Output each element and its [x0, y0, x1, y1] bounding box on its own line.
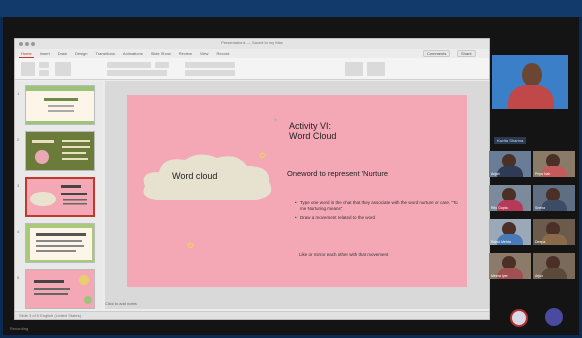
- sparkle-icon: ✦: [273, 118, 279, 124]
- slide-editing-canvas: Word cloud ✿ ✿ ✦ Activity VI: Word Cloud…: [105, 81, 489, 309]
- activity-title: Activity VI: Word Cloud: [289, 121, 336, 141]
- bullet-item: Draw a movement related to the word: [295, 215, 460, 221]
- font-family-select[interactable]: [107, 62, 151, 68]
- participant-name: Meera Iyer: [491, 274, 508, 278]
- tab-slide-show[interactable]: Slide Show: [149, 50, 173, 57]
- slide-thumbnail-4[interactable]: [25, 223, 95, 263]
- participant-name: Ritu Gupta: [491, 206, 508, 210]
- participant-tile[interactable]: Meera Iyer: [489, 253, 531, 279]
- thumb-number: 3: [17, 183, 20, 188]
- font-format-buttons[interactable]: [107, 70, 167, 76]
- participant-tile[interactable]: Deepa: [533, 219, 575, 245]
- flower-icon: ✿: [259, 151, 266, 160]
- notes-placeholder[interactable]: Click to add notes: [105, 301, 137, 306]
- floral-border-icon: [26, 86, 94, 124]
- record-button[interactable]: [510, 309, 528, 327]
- slide-thumbnail-pane: 1 2 3 4 5: [15, 81, 103, 309]
- status-bar: Slide 3 of 5 English (United States): [15, 311, 489, 319]
- shapes-button[interactable]: [345, 62, 363, 76]
- comments-button[interactable]: Comments: [423, 50, 451, 57]
- speaker-avatar: [522, 63, 542, 87]
- profile-button[interactable]: [545, 308, 563, 326]
- participant-name: Sneha: [535, 206, 546, 210]
- slide-footer-line: Like or mirror each other with that move…: [299, 252, 389, 257]
- tab-design[interactable]: Design: [73, 50, 89, 57]
- slide-thumbnail-5[interactable]: [25, 269, 95, 309]
- share-button[interactable]: Share: [457, 50, 476, 57]
- tab-review[interactable]: Review: [177, 50, 194, 57]
- tab-draw[interactable]: Draw: [56, 50, 69, 57]
- floral-border-icon: [26, 224, 94, 262]
- tab-record[interactable]: Record: [214, 50, 231, 57]
- tab-home[interactable]: Home: [19, 50, 34, 58]
- speaker-video-tile[interactable]: [492, 55, 568, 109]
- slide-heading: Oneword to represent 'Nurture: [287, 169, 389, 178]
- ribbon-tabs: Home Insert Draw Design Transitions Anim…: [15, 49, 489, 58]
- participant-tile[interactable]: Sneha: [533, 185, 575, 211]
- participant-name: Rahul Mehta: [491, 240, 511, 244]
- activity-title-line1: Activity VI:: [289, 121, 332, 131]
- participant-name: Anjali: [491, 172, 500, 176]
- slide-thumbnail-1[interactable]: [25, 85, 95, 125]
- thumb-number: 4: [17, 229, 20, 234]
- flower-icon: ✿: [187, 241, 194, 250]
- tab-animations[interactable]: Animations: [121, 50, 145, 57]
- slide-thumbnail-3[interactable]: [25, 177, 95, 217]
- participant-name: Priya Nair: [535, 172, 551, 176]
- bullet-item: Type one word in the chat that they asso…: [295, 200, 460, 212]
- thumb-number: 2: [17, 137, 20, 142]
- thumb-number: 1: [17, 91, 20, 96]
- tab-insert[interactable]: Insert: [38, 50, 52, 57]
- window-titlebar: Presentation1 — Saved to my Mac: [15, 39, 489, 49]
- paste-button[interactable]: [21, 62, 35, 76]
- participant-tile[interactable]: Ritu Gupta: [489, 185, 531, 211]
- slide-preview-icon: [26, 132, 94, 170]
- footer-text: Recording: [10, 326, 29, 331]
- speaker-name-label: Kavita Sharma: [494, 137, 527, 144]
- participant-tile[interactable]: Rahul Mehta: [489, 219, 531, 245]
- slide-preview-icon: [26, 270, 94, 308]
- powerpoint-window: Presentation1 — Saved to my Mac Home Ins…: [14, 38, 490, 320]
- tab-view[interactable]: View: [198, 50, 211, 57]
- paragraph-buttons[interactable]: [185, 62, 235, 68]
- copy-button[interactable]: [39, 70, 49, 76]
- participant-tile[interactable]: Arjun: [533, 253, 575, 279]
- slide-thumbnail-2[interactable]: [25, 131, 95, 171]
- participant-tile[interactable]: Priya Nair: [533, 151, 575, 177]
- participant-name: Deepa: [535, 240, 546, 244]
- slide-preview-icon: [27, 179, 93, 215]
- bullet-list: Type one word in the chat that they asso…: [295, 200, 460, 224]
- new-slide-button[interactable]: [55, 62, 71, 76]
- activity-title-line2: Word Cloud: [289, 131, 337, 141]
- window-title: Presentation1 — Saved to my Mac: [221, 40, 283, 45]
- desktop-top-band: [0, 0, 582, 17]
- cut-button[interactable]: [39, 62, 49, 68]
- font-size-select[interactable]: [155, 62, 169, 68]
- participant-name: Arjun: [535, 274, 544, 278]
- alignment-buttons[interactable]: [185, 70, 235, 76]
- tab-transitions[interactable]: Transitions: [93, 50, 116, 57]
- arrange-button[interactable]: [367, 62, 385, 76]
- cloud-label: Word cloud: [172, 171, 218, 181]
- ribbon-toolbar: Comments Share: [15, 50, 489, 80]
- thumb-number: 5: [17, 275, 20, 280]
- current-slide[interactable]: Word cloud ✿ ✿ ✦ Activity VI: Word Cloud…: [127, 95, 467, 287]
- participant-tile[interactable]: Anjali: [489, 151, 531, 177]
